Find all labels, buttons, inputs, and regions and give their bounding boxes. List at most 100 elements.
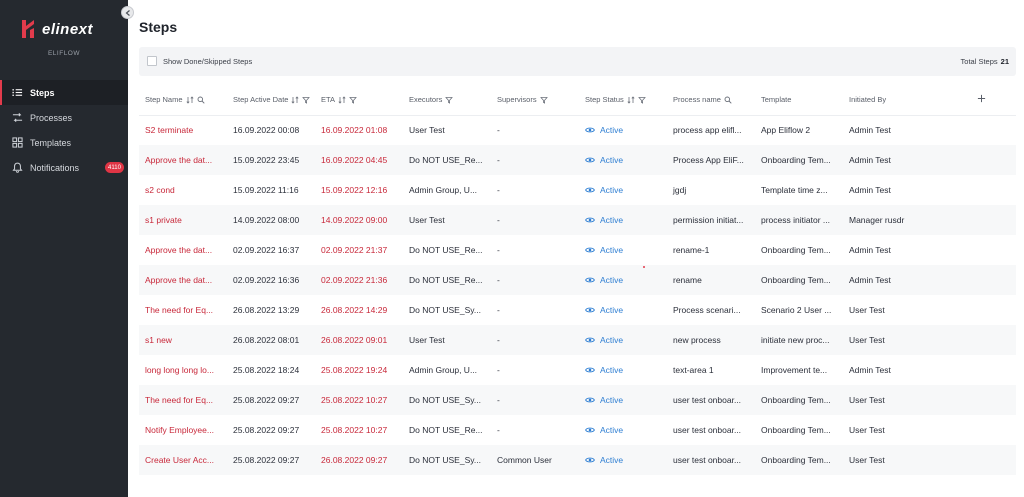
row-spacer bbox=[941, 325, 1016, 355]
template: App Eliflow 2 bbox=[761, 125, 811, 136]
sidebar-item-notifications[interactable]: Notifications 4110 bbox=[0, 155, 128, 180]
sidebar-item-templates[interactable]: Templates bbox=[0, 130, 128, 155]
process-name: text-area 1 bbox=[673, 365, 714, 375]
add-column-button[interactable] bbox=[941, 85, 1016, 116]
table-row[interactable]: Approve the dat... 02.09.2022 16:36 02.09.… bbox=[139, 265, 1016, 295]
process-name: user test onboar... bbox=[673, 455, 742, 465]
table-row[interactable]: The need for Eq... 26.08.2022 13:29 26.08.… bbox=[139, 295, 1016, 325]
filter-icon[interactable] bbox=[539, 96, 548, 104]
step-name-link[interactable]: long long long lo... bbox=[139, 355, 227, 385]
col-process-name[interactable]: Process name bbox=[667, 85, 755, 116]
status-cell: Active bbox=[579, 115, 667, 145]
eta: 02.09.2022 21:36 bbox=[321, 275, 388, 285]
row-spacer bbox=[941, 175, 1016, 205]
supervisors: - bbox=[497, 125, 500, 136]
table-row[interactable]: Create User Acc... 25.08.2022 09:27 26.08.… bbox=[139, 445, 1016, 475]
elinext-logo-icon bbox=[22, 20, 34, 38]
status-badge: Active bbox=[585, 245, 667, 255]
search-icon[interactable] bbox=[197, 96, 205, 104]
table-row[interactable]: s1 private 14.09.2022 08:00 14.09.2022 09:… bbox=[139, 205, 1016, 235]
initiated-by: Admin Test bbox=[849, 185, 891, 195]
col-initiated-by[interactable]: Initiated By bbox=[843, 85, 941, 116]
step-name-link[interactable]: S2 terminate bbox=[139, 115, 227, 145]
sort-icon[interactable] bbox=[291, 96, 299, 104]
logo-text: elinext bbox=[42, 20, 94, 38]
process-name: user test onboar... bbox=[673, 425, 742, 435]
sidebar-item-steps[interactable]: Steps bbox=[0, 80, 128, 105]
plus-icon bbox=[977, 95, 986, 103]
notifications-badge: 4110 bbox=[105, 162, 124, 173]
status-badge: Active bbox=[585, 215, 667, 225]
eta: 02.09.2022 21:37 bbox=[321, 245, 388, 255]
cursor-dot bbox=[643, 266, 645, 268]
sort-icon[interactable] bbox=[186, 96, 194, 104]
row-spacer bbox=[941, 445, 1016, 475]
table-row[interactable]: Approve the dat... 15.09.2022 23:45 16.09.… bbox=[139, 145, 1016, 175]
filter-icon[interactable] bbox=[302, 96, 311, 104]
col-executors[interactable]: Executors bbox=[403, 85, 491, 116]
active-date: 25.08.2022 18:24 bbox=[233, 365, 300, 375]
step-name-link[interactable]: Approve the dat... bbox=[139, 145, 227, 175]
status-badge: Active bbox=[585, 125, 667, 135]
step-name-link[interactable]: Notify Employee... bbox=[139, 415, 227, 445]
table-row[interactable]: Approve the dat... 02.09.2022 16:37 02.09.… bbox=[139, 235, 1016, 265]
status-badge: Active bbox=[585, 335, 667, 345]
active-date: 16.09.2022 00:08 bbox=[233, 125, 300, 136]
executors: Admin Group, U... bbox=[409, 185, 478, 195]
eta: 26.08.2022 09:27 bbox=[321, 455, 388, 465]
status-badge: Active bbox=[585, 455, 667, 465]
table-row[interactable]: s1 new 26.08.2022 08:01 26.08.2022 09:01 Us… bbox=[139, 325, 1016, 355]
filter-icon[interactable] bbox=[349, 96, 357, 104]
process-name: new process bbox=[673, 335, 721, 345]
step-name-link[interactable]: The need for Eq... bbox=[139, 385, 227, 415]
initiated-by: Admin Test bbox=[849, 275, 891, 285]
col-supervisors[interactable]: Supervisors bbox=[491, 85, 579, 116]
template: Onboarding Tem... bbox=[761, 455, 831, 465]
active-date: 02.09.2022 16:37 bbox=[233, 245, 300, 255]
logo[interactable]: elinext bbox=[20, 18, 112, 40]
col-template[interactable]: Template bbox=[755, 85, 843, 116]
step-name-link[interactable]: Create User Acc... bbox=[139, 445, 227, 475]
status-label: Active bbox=[600, 335, 624, 345]
step-name-link[interactable]: s2 cond bbox=[139, 175, 227, 205]
table-row[interactable]: Notify Employee... 25.08.2022 09:27 25.08.… bbox=[139, 415, 1016, 445]
search-icon[interactable] bbox=[724, 96, 732, 104]
collapse-sidebar-button[interactable] bbox=[121, 6, 134, 19]
eta: 26.08.2022 14:29 bbox=[321, 305, 388, 315]
eye-icon bbox=[585, 367, 595, 373]
template: Onboarding Tem... bbox=[761, 155, 831, 165]
col-step-active-date[interactable]: Step Active Date bbox=[227, 85, 315, 116]
template: process initiator ... bbox=[761, 215, 830, 225]
active-date: 25.08.2022 09:27 bbox=[233, 425, 300, 435]
bell-icon bbox=[12, 162, 23, 173]
col-step-name[interactable]: Step Name bbox=[139, 85, 227, 116]
col-eta[interactable]: ETA bbox=[315, 85, 403, 116]
row-spacer bbox=[941, 145, 1016, 175]
step-name-link[interactable]: Approve the dat... bbox=[139, 265, 227, 295]
active-date: 14.09.2022 08:00 bbox=[233, 215, 300, 225]
status-badge: Active bbox=[585, 275, 667, 285]
filter-icon[interactable] bbox=[637, 96, 646, 104]
table-row[interactable]: long long long lo... 25.08.2022 18:24 25.0… bbox=[139, 355, 1016, 385]
total-steps-label: Total Steps bbox=[960, 57, 998, 66]
step-name-link[interactable]: s1 new bbox=[139, 325, 227, 355]
sort-icon[interactable] bbox=[627, 96, 635, 104]
show-done-label[interactable]: Show Done/Skipped Steps bbox=[163, 57, 252, 66]
table-row[interactable]: The need for Eq... 25.08.2022 09:27 25.08.… bbox=[139, 385, 1016, 415]
step-name-link[interactable]: Approve the dat... bbox=[139, 235, 227, 265]
template: initiate new proc... bbox=[761, 335, 830, 345]
show-done-checkbox[interactable] bbox=[147, 56, 157, 66]
col-step-status[interactable]: Step Status bbox=[579, 85, 667, 116]
step-name-link[interactable]: s1 private bbox=[139, 205, 227, 235]
total-steps: Total Steps 21 bbox=[961, 57, 1009, 66]
sidebar-item-processes[interactable]: Processes bbox=[0, 105, 128, 130]
row-spacer bbox=[941, 415, 1016, 445]
status-label: Active bbox=[600, 425, 624, 435]
table-row[interactable]: S2 terminate 16.09.2022 00:08 16.09.2022 0… bbox=[139, 115, 1016, 145]
status-badge: Active bbox=[585, 305, 667, 315]
table-row[interactable]: s2 cond 15.09.2022 11:16 15.09.2022 12:16 A… bbox=[139, 175, 1016, 205]
step-name-link[interactable]: The need for Eq... bbox=[139, 295, 227, 325]
filter-icon[interactable] bbox=[445, 96, 454, 104]
sort-icon[interactable] bbox=[338, 96, 346, 104]
status-cell: Active bbox=[579, 415, 667, 445]
